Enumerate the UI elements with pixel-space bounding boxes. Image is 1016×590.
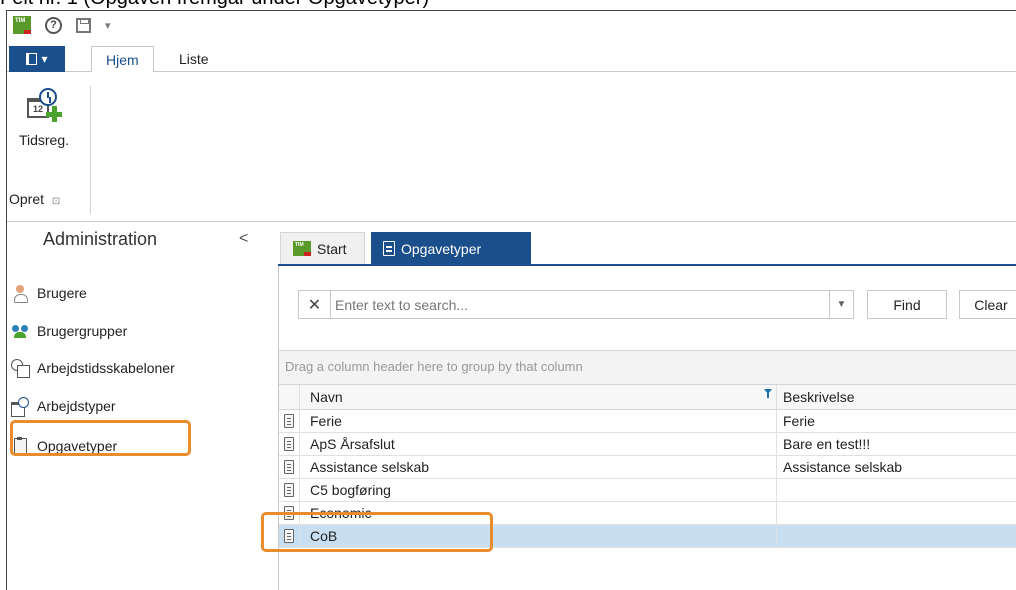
sidebar-item-opgavetyper[interactable]: Opgavetyper [11, 435, 117, 457]
dialog-launcher-icon[interactable]: ⊡ [52, 196, 60, 207]
task-type-icon [383, 241, 395, 256]
sidebar-item-label: Brugere [37, 285, 87, 301]
cell-navn[interactable]: Assistance selskab [300, 456, 777, 478]
column-header-label: Navn [310, 389, 343, 405]
cell-beskrivelse[interactable] [777, 502, 1016, 524]
caption-text: Felt nr. 1 (Opgaven fremgår under Opgave… [0, 0, 429, 9]
task-type-grid: Navn Beskrivelse Ferie Ferie ApS Årsafsl… [279, 384, 1016, 548]
cell-navn[interactable]: C5 bogføring [300, 479, 777, 501]
schedule-template-icon [11, 359, 30, 378]
collapse-sidebar-icon[interactable]: < [239, 230, 248, 248]
cell-beskrivelse[interactable]: Assistance selskab [777, 456, 1016, 478]
sidebar-item-brugergrupper[interactable]: Brugergrupper [11, 320, 127, 342]
sidebar-item-brugere[interactable]: Brugere [11, 282, 87, 304]
time-registration-add-icon: 12 [27, 88, 62, 122]
customize-toolbar-icon[interactable]: ▾ [105, 19, 111, 32]
group-by-hint: Drag a column header here to group by th… [285, 359, 583, 374]
tab-liste[interactable]: Liste [179, 51, 209, 67]
table-row[interactable]: ApS Årsafslut Bare en test!!! [279, 433, 1016, 456]
sidebar-item-label: Brugergrupper [37, 323, 128, 339]
cell-beskrivelse[interactable] [777, 525, 1016, 547]
cell-navn[interactable]: Ferie [300, 410, 777, 432]
user-group-icon [11, 322, 29, 340]
group-by-panel[interactable]: Drag a column header here to group by th… [279, 350, 1016, 384]
cell-navn[interactable]: Economic [300, 502, 777, 524]
ribbon-group-label: Opret [9, 191, 45, 207]
clear-search-icon[interactable]: ✕ [299, 291, 331, 318]
sidebar-item-label: Opgavetyper [37, 438, 118, 454]
row-indicator [279, 525, 300, 547]
document-content: ✕ ▼ Find Clear Drag a column header here… [278, 266, 1016, 590]
table-row-selected[interactable]: CoB [279, 525, 1016, 548]
task-type-icon [284, 483, 294, 497]
ribbon-group-opret: Opret ⊡ [7, 191, 60, 207]
table-row[interactable]: Economic [279, 502, 1016, 525]
file-menu-button[interactable]: ▾ [9, 46, 65, 72]
cell-navn[interactable]: ApS Årsafslut [300, 433, 777, 455]
find-button[interactable]: Find [867, 290, 947, 319]
row-indicator [279, 433, 300, 455]
tab-label: Opgavetyper [401, 240, 482, 257]
help-icon[interactable]: ? [45, 16, 62, 34]
filter-icon[interactable] [764, 389, 772, 399]
task-type-icon [284, 437, 294, 451]
tab-opgavetyper[interactable]: Opgavetyper [371, 232, 531, 265]
cell-navn[interactable]: CoB [300, 525, 777, 547]
document-tabs: TIM Start Opgavetyper [273, 222, 1016, 265]
app-logo-text: TIM [15, 18, 26, 24]
sidebar-item-arbejdstyper[interactable]: Arbejdstyper [11, 395, 116, 417]
table-row[interactable]: C5 bogføring [279, 479, 1016, 502]
ribbon-body: 12 Tidsreg. Opret ⊡ [7, 72, 1016, 222]
grid-indicator-header [279, 385, 300, 409]
app-window: TIM ? ▾ ▾ Hjem Liste 12 Tidsreg. Opret ⊡ [6, 10, 1016, 590]
cell-beskrivelse[interactable]: Bare en test!!! [777, 433, 1016, 455]
column-header-beskrivelse[interactable]: Beskrivelse [777, 385, 1016, 409]
row-indicator [279, 479, 300, 501]
search-input[interactable] [335, 291, 815, 318]
tab-label: Start [317, 240, 347, 257]
clear-button[interactable]: Clear [959, 290, 1016, 319]
sidebar-title: Administration [43, 229, 158, 249]
task-type-icon [284, 460, 294, 474]
tab-start[interactable]: TIM Start [280, 232, 365, 265]
menu-icon [26, 53, 38, 65]
sidebar-item-arbejdstidsskabeloner[interactable]: Arbejdstidsskabeloner [11, 357, 175, 379]
dropdown-arrow-icon: ▾ [41, 52, 48, 66]
save-icon[interactable] [76, 17, 91, 33]
app-logo-icon: TIM [293, 241, 311, 256]
time-registration-button[interactable]: 12 Tidsreg. [9, 88, 79, 148]
row-indicator [279, 410, 300, 432]
ribbon-group-divider [90, 86, 91, 214]
cell-beskrivelse[interactable]: Ferie [777, 410, 1016, 432]
sidebar-item-label: Arbejdstyper [37, 398, 116, 414]
quick-access-toolbar: TIM ? ▾ [7, 11, 1016, 39]
document-area: TIM Start Opgavetyper ✕ ▼ Find Clear Dra… [273, 222, 1016, 590]
ribbon-tabs: ▾ Hjem Liste [7, 39, 1016, 73]
column-header-navn[interactable]: Navn [300, 385, 777, 409]
tab-hjem[interactable]: Hjem [91, 46, 154, 73]
table-row[interactable]: Ferie Ferie [279, 410, 1016, 433]
app-logo-text: TIM [295, 242, 304, 248]
sidebar-item-label: Arbejdstidsskabeloner [37, 360, 175, 376]
table-row[interactable]: Assistance selskab Assistance selskab [279, 456, 1016, 479]
task-type-icon [284, 506, 294, 520]
task-type-icon [11, 437, 29, 455]
app-logo-icon: TIM [13, 16, 31, 34]
task-type-icon [284, 529, 294, 543]
chevron-down-icon[interactable]: ▼ [829, 291, 853, 318]
cell-beskrivelse[interactable] [777, 479, 1016, 501]
row-indicator [279, 502, 300, 524]
task-type-icon [284, 414, 294, 428]
time-registration-label: Tidsreg. [18, 132, 70, 148]
row-indicator [279, 456, 300, 478]
user-icon [11, 284, 29, 303]
grid-header-row: Navn Beskrivelse [279, 384, 1016, 410]
sidebar: Administration < Brugere Brugergrupper A… [7, 222, 273, 590]
search-box: ✕ ▼ [298, 290, 854, 319]
work-type-icon [11, 397, 29, 417]
column-header-label: Beskrivelse [783, 389, 855, 405]
